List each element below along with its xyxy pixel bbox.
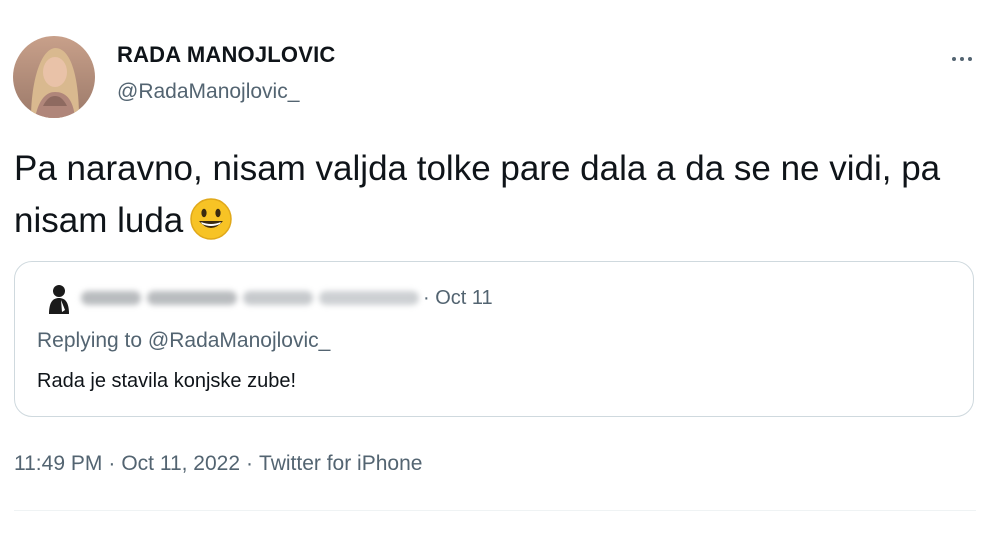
tweet-date-link[interactable]: Oct 11, 2022 [121,452,240,475]
tweet-text: Pa naravno, nisam valjda tolke pare dala… [14,149,941,240]
quoted-tweet[interactable]: · Oct 11 Replying to @RadaManojlovic_ Ra… [14,261,974,417]
author-display-name[interactable]: RADA MANOJLOVIC [117,42,336,68]
tweet-body: Pa naravno, nisam valjda tolke pare dala… [14,143,974,256]
quoted-tweet-text: Rada je stavila konjske zube! [37,370,297,392]
meta-separator: · [246,452,254,475]
divider [14,510,976,511]
person-silhouette-icon [45,282,75,316]
tweet-time-link[interactable]: 11:49 PM [14,452,102,475]
tweet-meta: 11:49 PM · Oct 11, 2022 · Twitter for iPhone [14,452,422,476]
more-options-button[interactable] [942,44,982,74]
author-avatar[interactable] [13,36,95,118]
more-horizontal-icon [952,57,956,61]
meta-separator: · [108,452,116,475]
replying-prefix: Replying to [37,329,148,352]
replying-to-handle-link[interactable]: @RadaManojlovic_ [148,329,330,352]
more-dot [960,57,964,61]
author-handle[interactable]: @RadaManojlovic_ [117,80,299,104]
replying-to: Replying to @RadaManojlovic_ [37,329,330,353]
grinning-face-emoji-icon [189,197,233,256]
tweet-card: RADA MANOJLOVIC @RadaManojlovic_ Pa nara… [0,0,1000,539]
more-dot [968,57,972,61]
quoted-tweet-date: · Oct 11 [423,287,493,309]
blurred-username [77,282,429,314]
tweet-source-link[interactable]: Twitter for iPhone [259,452,422,475]
